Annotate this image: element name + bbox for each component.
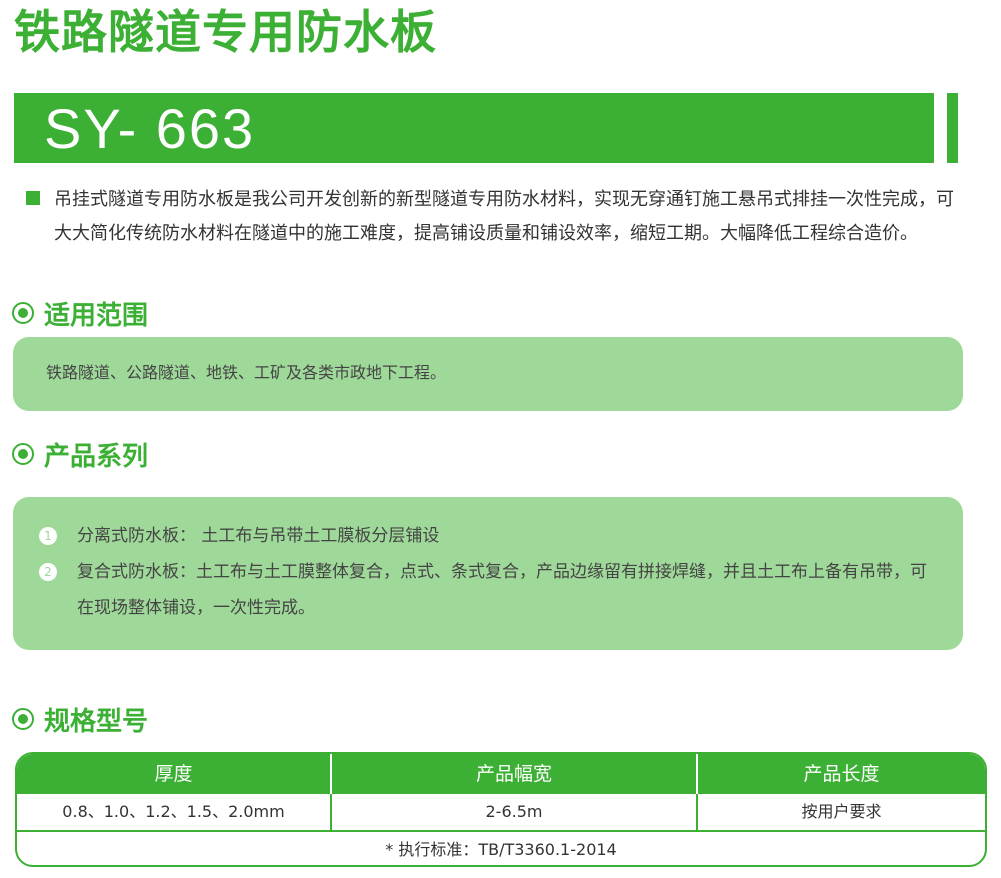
series-panel: 1 分离式防水板： 土工布与吊带土工膜板分层铺设 2 复合式防水板：土工布与土工… xyxy=(13,497,963,650)
column-header-width: 产品幅宽 xyxy=(332,754,698,794)
column-header-thickness: 厚度 xyxy=(17,754,332,794)
standard-footnote: * 执行标准：TB/T3360.1-2014 xyxy=(385,840,617,859)
bullet-square-icon xyxy=(26,191,40,205)
target-bullet-icon xyxy=(12,443,34,465)
intro-paragraph: 吊挂式隧道专用防水板是我公司开发创新的新型隧道专用防水材料，实现无穿通钉施工悬吊… xyxy=(54,189,954,244)
model-banner: SY- 663 xyxy=(14,93,934,163)
number-badge-icon: 1 xyxy=(39,527,57,545)
model-number: SY- 663 xyxy=(44,97,256,160)
section-header-series: 产品系列 xyxy=(12,437,149,472)
table-header: 厚度 产品幅宽 产品长度 xyxy=(17,754,985,794)
banner-accent-bar xyxy=(947,93,958,163)
target-bullet-icon xyxy=(12,708,34,730)
spec-table: 厚度 产品幅宽 产品长度 0.8、1.0、1.2、1.5、2.0mm 2-6.5… xyxy=(15,752,987,867)
table-cell-width: 2-6.5m xyxy=(332,794,698,830)
scope-panel: 铁路隧道、公路隧道、地铁、工矿及各类市政地下工程。 xyxy=(13,337,963,411)
list-item-text: 分离式防水板： 土工布与吊带土工膜板分层铺设 xyxy=(77,526,440,546)
column-header-length: 产品长度 xyxy=(803,763,880,785)
section-header-spec: 规格型号 xyxy=(12,702,149,737)
list-item: 1 分离式防水板： 土工布与吊带土工膜板分层铺设 xyxy=(39,518,937,554)
table-row: 0.8、1.0、1.2、1.5、2.0mm 2-6.5m 按用户要求 xyxy=(17,794,985,832)
page-title: 铁路隧道专用防水板 xyxy=(14,5,437,59)
table-cell-thickness: 0.8、1.0、1.2、1.5、2.0mm xyxy=(17,794,332,830)
section-title: 规格型号 xyxy=(44,706,149,737)
list-item-text: 复合式防水板：土工布与土工膜整体复合，点式、条式复合，产品边缘留有拼接焊缝，并且… xyxy=(77,562,927,618)
section-header-scope: 适用范围 xyxy=(12,296,149,331)
scope-text: 铁路隧道、公路隧道、地铁、工矿及各类市政地下工程。 xyxy=(46,363,447,382)
list-item: 2 复合式防水板：土工布与土工膜整体复合，点式、条式复合，产品边缘留有拼接焊缝，… xyxy=(39,554,937,626)
number-badge-icon: 2 xyxy=(39,563,57,581)
target-bullet-icon xyxy=(12,302,34,324)
section-title: 适用范围 xyxy=(44,300,149,331)
section-title: 产品系列 xyxy=(44,441,149,472)
table-cell-length: 按用户要求 xyxy=(801,802,882,821)
